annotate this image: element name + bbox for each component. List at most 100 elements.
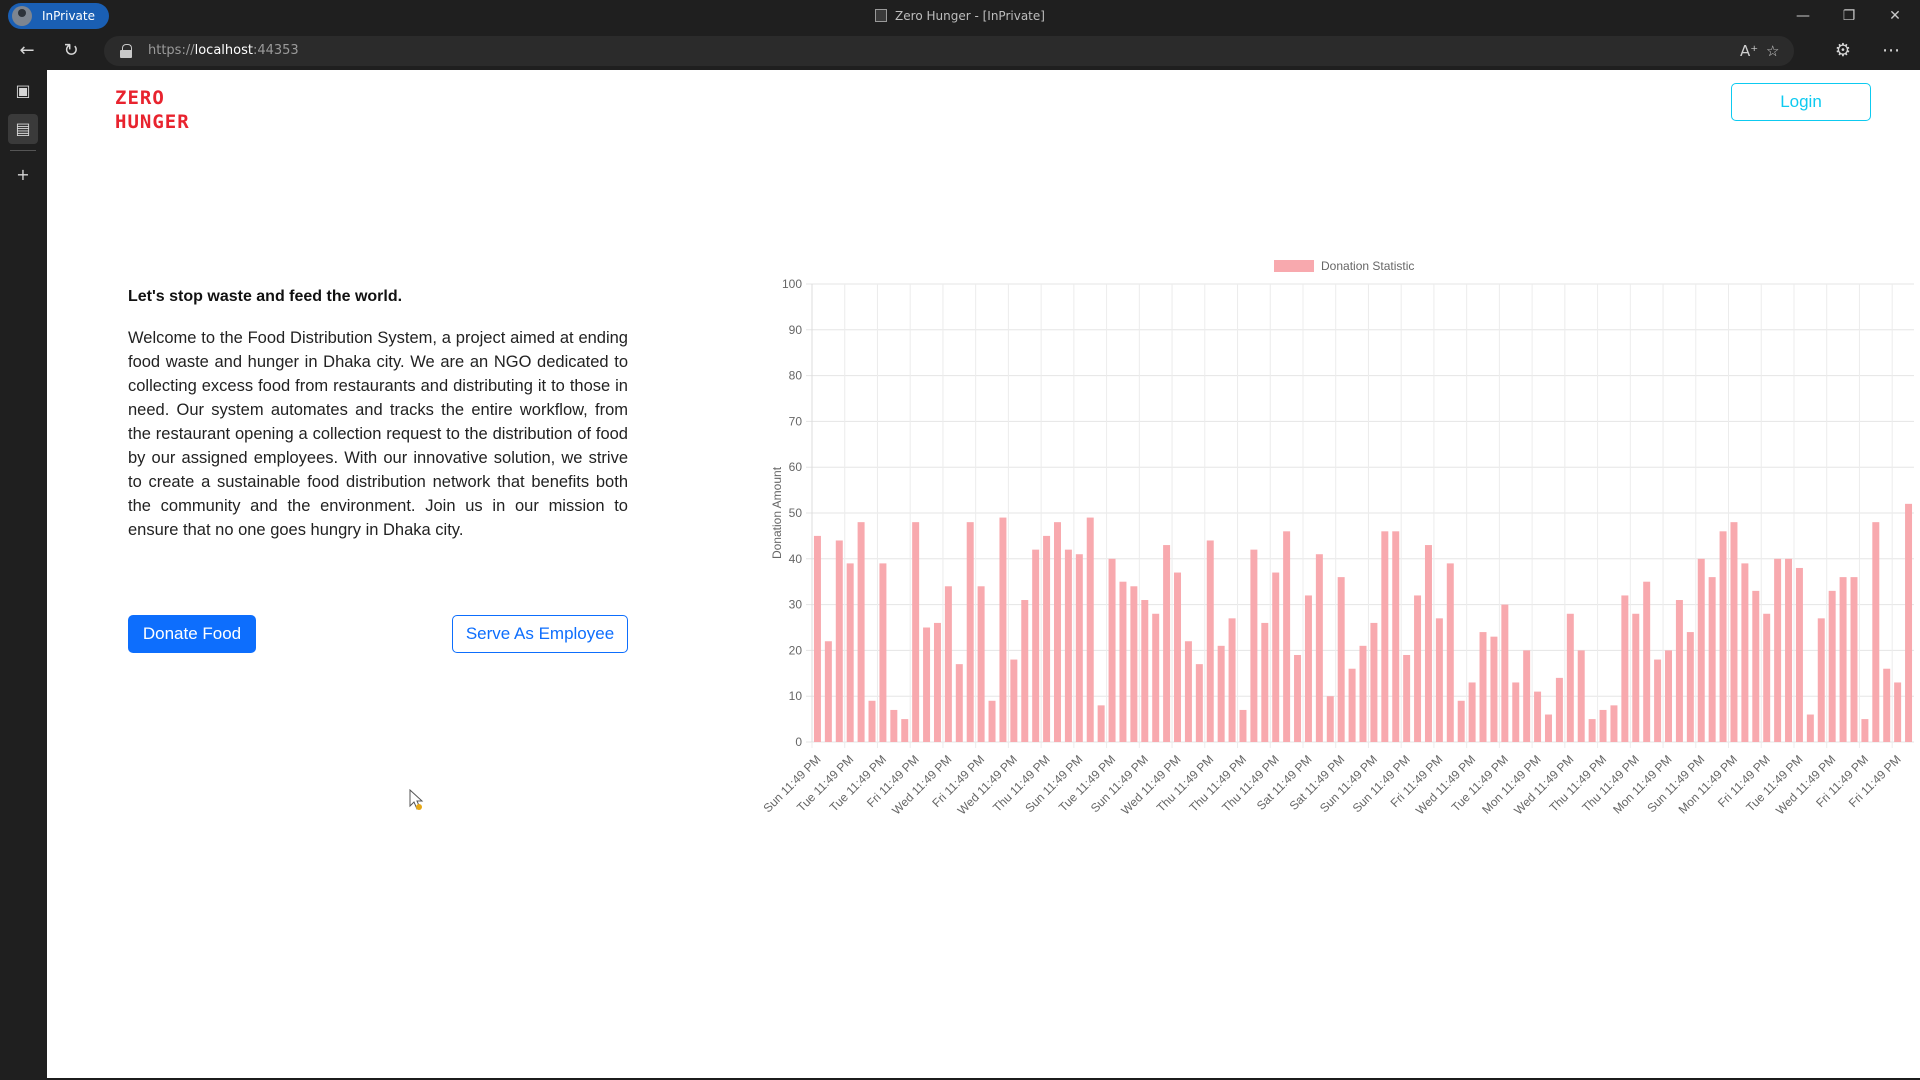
chart-bar — [1457, 700, 1465, 742]
chart-bar — [1675, 600, 1683, 742]
chart-bar — [1523, 650, 1531, 742]
lock-icon — [120, 44, 132, 58]
chart-bar — [1424, 545, 1432, 742]
chart-bar — [1228, 618, 1236, 742]
chart-bar — [1337, 577, 1345, 742]
extensions-icon[interactable]: ⚙ — [1828, 36, 1858, 66]
browser-toolbar: ← ↻ https://localhost:44353 A⁺ ☆ ⚙ ⋯ — [0, 32, 1920, 70]
hero-headline: Let's stop waste and feed the world. — [128, 288, 403, 305]
minimize-icon[interactable]: — — [1780, 0, 1826, 32]
read-aloud-icon[interactable]: A⁺ — [1740, 36, 1758, 66]
web-page: ZERO HUNGER Login Let's stop waste and f… — [47, 70, 1920, 1078]
more-menu-icon[interactable]: ⋯ — [1876, 36, 1906, 66]
chart-bar — [1894, 682, 1902, 742]
legend-label: Donation Statistic — [1321, 259, 1414, 273]
restore-icon[interactable]: ❐ — [1826, 0, 1872, 32]
close-icon[interactable]: ✕ — [1872, 0, 1918, 32]
chart-bar — [1774, 558, 1782, 742]
url-scheme: https:// — [148, 43, 195, 58]
chart-bar — [1621, 595, 1629, 742]
sidebar-divider — [10, 150, 36, 151]
tab-page-icon — [875, 9, 888, 22]
chart-bar — [1555, 677, 1563, 742]
window-title: Zero Hunger - [InPrivate] — [0, 0, 1920, 32]
serve-as-employee-button[interactable]: Serve As Employee — [452, 615, 628, 653]
chart-bar — [1097, 705, 1105, 742]
chart-bar — [1054, 522, 1061, 742]
back-arrow-icon[interactable]: ← — [12, 36, 42, 66]
chart-bar — [1075, 554, 1083, 742]
chart-bar — [1086, 517, 1094, 742]
y-tick-label: 40 — [789, 552, 803, 566]
chart-bar — [1697, 558, 1705, 742]
chart-bar — [1174, 572, 1182, 742]
chart-bar — [857, 522, 865, 742]
chart-bar — [1730, 522, 1738, 742]
chart-bar — [912, 522, 920, 742]
chart-bar — [1381, 531, 1389, 742]
url-port: :44353 — [252, 43, 299, 58]
zero-hunger-logo[interactable]: ZERO HUNGER — [115, 86, 190, 134]
chart-bar — [1108, 558, 1116, 742]
chart-bar — [977, 586, 985, 742]
chart-bar — [1195, 664, 1203, 742]
chart-bar — [1741, 563, 1749, 742]
y-tick-label: 30 — [789, 598, 803, 612]
chart-bar — [1883, 668, 1891, 742]
chart-bar — [1032, 549, 1040, 742]
chart-bar — [1403, 654, 1411, 742]
chart-bar — [1326, 696, 1334, 742]
donate-food-button[interactable]: Donate Food — [128, 615, 256, 653]
chart-bar — [1272, 572, 1280, 742]
refresh-icon[interactable]: ↻ — [56, 36, 86, 66]
logo-line-2: HUNGER — [115, 111, 190, 133]
chart-bar — [1861, 719, 1869, 742]
window-title-text: Zero Hunger - [InPrivate] — [895, 9, 1045, 23]
chart-bar — [955, 664, 963, 742]
chart-bar — [846, 563, 854, 742]
chart-bar — [1785, 558, 1793, 742]
chart-bar — [1654, 659, 1662, 742]
chart-bar — [824, 641, 832, 742]
chart-bar — [835, 540, 843, 742]
chart-bar — [1414, 595, 1422, 742]
chart-bar — [1021, 600, 1029, 742]
chart-bar — [1708, 577, 1716, 742]
chart-bar — [1817, 618, 1825, 742]
chart-bar — [1905, 503, 1913, 742]
chart-bar — [1064, 549, 1072, 742]
chart-bar — [1763, 613, 1771, 742]
donation-chart-svg: 0102030405060708090100Sun 11:49 PMTue 11… — [761, 259, 1914, 817]
chart-bar — [1479, 632, 1487, 742]
chart-bar — [1141, 600, 1149, 742]
chart-bar — [1446, 563, 1454, 742]
chart-bar — [1577, 650, 1585, 742]
chart-bar — [1468, 682, 1476, 742]
chart-bar — [1283, 531, 1291, 742]
new-tab-plus-icon[interactable]: + — [8, 160, 38, 190]
chart-bar — [1435, 618, 1443, 742]
y-tick-label: 90 — [789, 323, 803, 337]
logo-line-1: ZERO — [115, 87, 165, 109]
active-tab-icon[interactable]: ▤ — [8, 114, 38, 144]
address-bar[interactable]: https://localhost:44353 A⁺ ☆ — [104, 36, 1794, 66]
chart-bar — [1665, 650, 1672, 742]
chart-bar — [1217, 645, 1225, 742]
chart-bar — [1828, 590, 1836, 742]
chart-bar — [1534, 691, 1542, 742]
login-button[interactable]: Login — [1731, 83, 1871, 121]
y-tick-label: 60 — [789, 460, 803, 474]
chart-bar — [1304, 595, 1312, 742]
donation-chart: 0 10 20 30 40 50 60 70 80 90 100 Sun 11:49 PM Tue 11… — [719, 182, 1919, 862]
favorite-star-icon[interactable]: ☆ — [1766, 36, 1779, 66]
chart-bar — [890, 709, 898, 742]
chart-bar — [1752, 590, 1760, 742]
chart-bar — [868, 700, 876, 742]
chart-bar — [1839, 577, 1847, 742]
chart-bar — [933, 622, 941, 742]
chart-bar — [1872, 522, 1880, 742]
tab-actions-icon[interactable]: ▣ — [8, 76, 38, 106]
chart-bar — [1206, 540, 1214, 742]
chart-bar — [1806, 714, 1814, 742]
chart-bar — [1348, 668, 1356, 742]
